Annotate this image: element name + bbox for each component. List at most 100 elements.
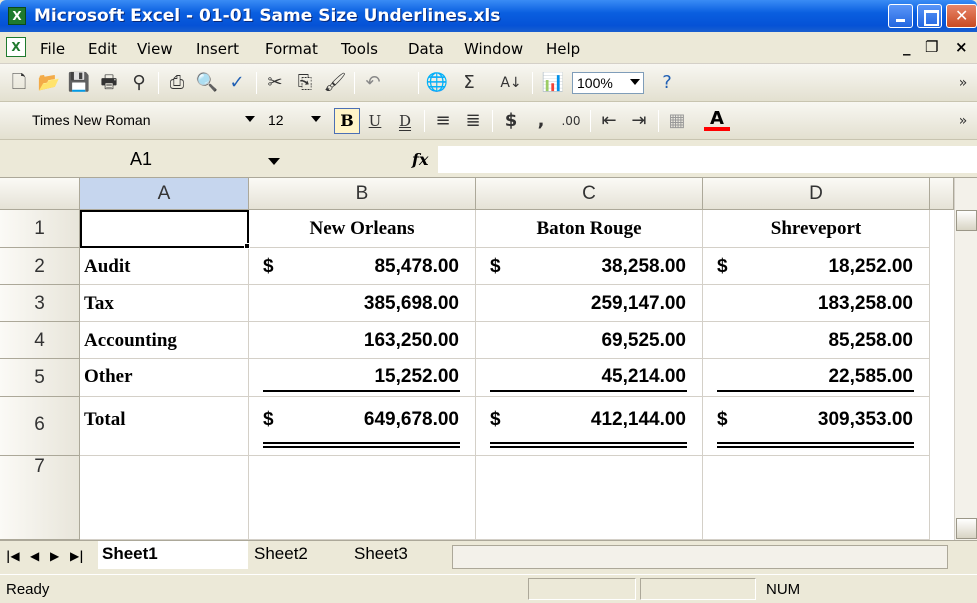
row-header-6[interactable]: 6 xyxy=(0,397,80,456)
formula-input[interactable] xyxy=(438,146,977,173)
font-size-select[interactable]: 12 xyxy=(264,110,324,132)
cell-a7[interactable] xyxy=(80,456,249,540)
worksheet-grid[interactable]: A B C D 1 2 3 4 5 6 7 New Orleans Baton … xyxy=(0,178,977,540)
autosum-icon[interactable]: Σ xyxy=(456,71,482,95)
cell-a5[interactable]: Other xyxy=(80,359,249,397)
align-left-icon[interactable]: ≡ xyxy=(430,109,456,133)
save-icon[interactable]: 💾 xyxy=(66,71,92,95)
chevron-down-icon[interactable] xyxy=(268,158,280,165)
comma-style-button[interactable]: , xyxy=(528,109,554,133)
toolbar-options-icon[interactable]: » xyxy=(950,71,976,95)
print-icon[interactable]: ⎙ xyxy=(164,71,190,95)
hyperlink-icon[interactable]: 🌐 xyxy=(424,71,450,95)
menu-format[interactable]: Format xyxy=(265,40,318,58)
tab-sheet1[interactable]: Sheet1 xyxy=(98,541,248,569)
zoom-select[interactable]: 100% xyxy=(572,72,644,94)
cell-b3[interactable]: 385,698.00 xyxy=(249,285,476,322)
row-header-7[interactable]: 7 xyxy=(0,456,80,540)
menu-tools[interactable]: Tools xyxy=(341,40,378,58)
column-header-a[interactable]: A xyxy=(80,178,249,210)
scroll-up-button[interactable] xyxy=(956,210,977,231)
cell-a3[interactable]: Tax xyxy=(80,285,249,322)
borders-icon[interactable]: ▦ xyxy=(664,109,690,133)
menu-edit[interactable]: Edit xyxy=(88,40,117,58)
research-icon[interactable]: ⚲ xyxy=(126,71,152,95)
cell-b7[interactable] xyxy=(249,456,476,540)
cell-d1[interactable]: Shreveport xyxy=(703,210,930,248)
cell-c7[interactable] xyxy=(476,456,703,540)
workbook-icon[interactable]: X xyxy=(6,37,26,57)
row-header-1[interactable]: 1 xyxy=(0,210,80,248)
cell-a6[interactable]: Total xyxy=(80,397,249,456)
row-header-4[interactable]: 4 xyxy=(0,322,80,359)
cut-icon[interactable]: ✂ xyxy=(262,71,288,95)
menu-insert[interactable]: Insert xyxy=(196,40,239,58)
decrease-indent-icon[interactable]: ⇤ xyxy=(596,109,622,133)
new-icon[interactable]: 🗋 xyxy=(6,71,32,95)
workbook-close-button[interactable]: × xyxy=(955,38,968,56)
menu-help[interactable]: Help xyxy=(546,40,580,58)
row-header-3[interactable]: 3 xyxy=(0,285,80,322)
excel-app-icon[interactable]: X xyxy=(8,7,26,25)
print-preview-icon[interactable]: 🔍 xyxy=(194,71,220,95)
cell-a4[interactable]: Accounting xyxy=(80,322,249,359)
name-box[interactable]: A1 xyxy=(0,146,290,173)
column-header-e[interactable] xyxy=(930,178,954,210)
row-header-5[interactable]: 5 xyxy=(0,359,80,397)
double-underline-button[interactable]: D xyxy=(392,109,418,133)
tab-sheet3[interactable]: Sheet3 xyxy=(350,541,448,569)
select-all-button[interactable] xyxy=(0,178,80,210)
workbook-restore-button[interactable]: ❐ xyxy=(925,38,938,56)
open-icon[interactable]: 📂 xyxy=(36,71,62,95)
increase-decimal-icon[interactable]: .00 xyxy=(558,109,584,133)
underline-button[interactable]: U xyxy=(362,109,388,133)
cell-c4[interactable]: 69,525.00 xyxy=(476,322,703,359)
center-icon[interactable]: ≣ xyxy=(460,109,486,133)
undo-icon[interactable]: ↶ xyxy=(360,71,386,95)
cell-b2[interactable]: $ 85,478.00 xyxy=(249,248,476,285)
bold-button[interactable]: B xyxy=(334,108,360,134)
cell-b4[interactable]: 163,250.00 xyxy=(249,322,476,359)
cell-d7[interactable] xyxy=(703,456,930,540)
menu-file[interactable]: File xyxy=(40,40,65,58)
permission-icon[interactable]: 🖶 xyxy=(96,71,122,95)
insert-function-icon[interactable]: fx xyxy=(412,150,428,169)
cell-c1[interactable]: Baton Rouge xyxy=(476,210,703,248)
minimize-button[interactable] xyxy=(888,4,913,28)
toolbar-options-icon[interactable]: » xyxy=(950,109,976,133)
column-header-b[interactable]: B xyxy=(249,178,476,210)
scroll-down-button[interactable] xyxy=(956,518,977,539)
menu-data[interactable]: Data xyxy=(408,40,444,58)
menu-window[interactable]: Window xyxy=(464,40,523,58)
cell-d3[interactable]: 183,258.00 xyxy=(703,285,930,322)
cell-c2[interactable]: $ 38,258.00 xyxy=(476,248,703,285)
cell-a2[interactable]: Audit xyxy=(80,248,249,285)
tab-sheet2[interactable]: Sheet2 xyxy=(250,541,348,569)
horizontal-scrollbar[interactable] xyxy=(452,545,948,569)
cell-d4[interactable]: 85,258.00 xyxy=(703,322,930,359)
row-header-2[interactable]: 2 xyxy=(0,248,80,285)
close-button[interactable] xyxy=(946,4,977,28)
workbook-minimize-button[interactable]: _ xyxy=(903,38,911,56)
maximize-button[interactable] xyxy=(917,4,942,28)
currency-style-button[interactable]: $ xyxy=(498,109,524,133)
help-icon[interactable]: ? xyxy=(654,71,680,95)
last-sheet-icon[interactable]: ▶| xyxy=(70,549,84,563)
menu-view[interactable]: View xyxy=(137,40,173,58)
chart-wizard-icon[interactable]: 📊 xyxy=(540,71,566,95)
cell-d2[interactable]: $ 18,252.00 xyxy=(703,248,930,285)
cell-c3[interactable]: 259,147.00 xyxy=(476,285,703,322)
vertical-scrollbar[interactable] xyxy=(954,178,977,540)
sort-ascending-icon[interactable]: A↓ xyxy=(498,71,524,95)
increase-indent-icon[interactable]: ⇥ xyxy=(626,109,652,133)
fill-handle[interactable] xyxy=(244,243,250,249)
next-sheet-icon[interactable]: ▶ xyxy=(50,549,59,563)
previous-sheet-icon[interactable]: ◀ xyxy=(30,549,39,563)
font-color-button[interactable]: A xyxy=(704,109,730,131)
column-header-d[interactable]: D xyxy=(703,178,930,210)
first-sheet-icon[interactable]: |◀ xyxy=(6,549,20,563)
spelling-icon[interactable]: ✓ xyxy=(224,71,250,95)
column-header-c[interactable]: C xyxy=(476,178,703,210)
cell-b1[interactable]: New Orleans xyxy=(249,210,476,248)
format-painter-icon[interactable]: 🖌 xyxy=(322,71,348,95)
